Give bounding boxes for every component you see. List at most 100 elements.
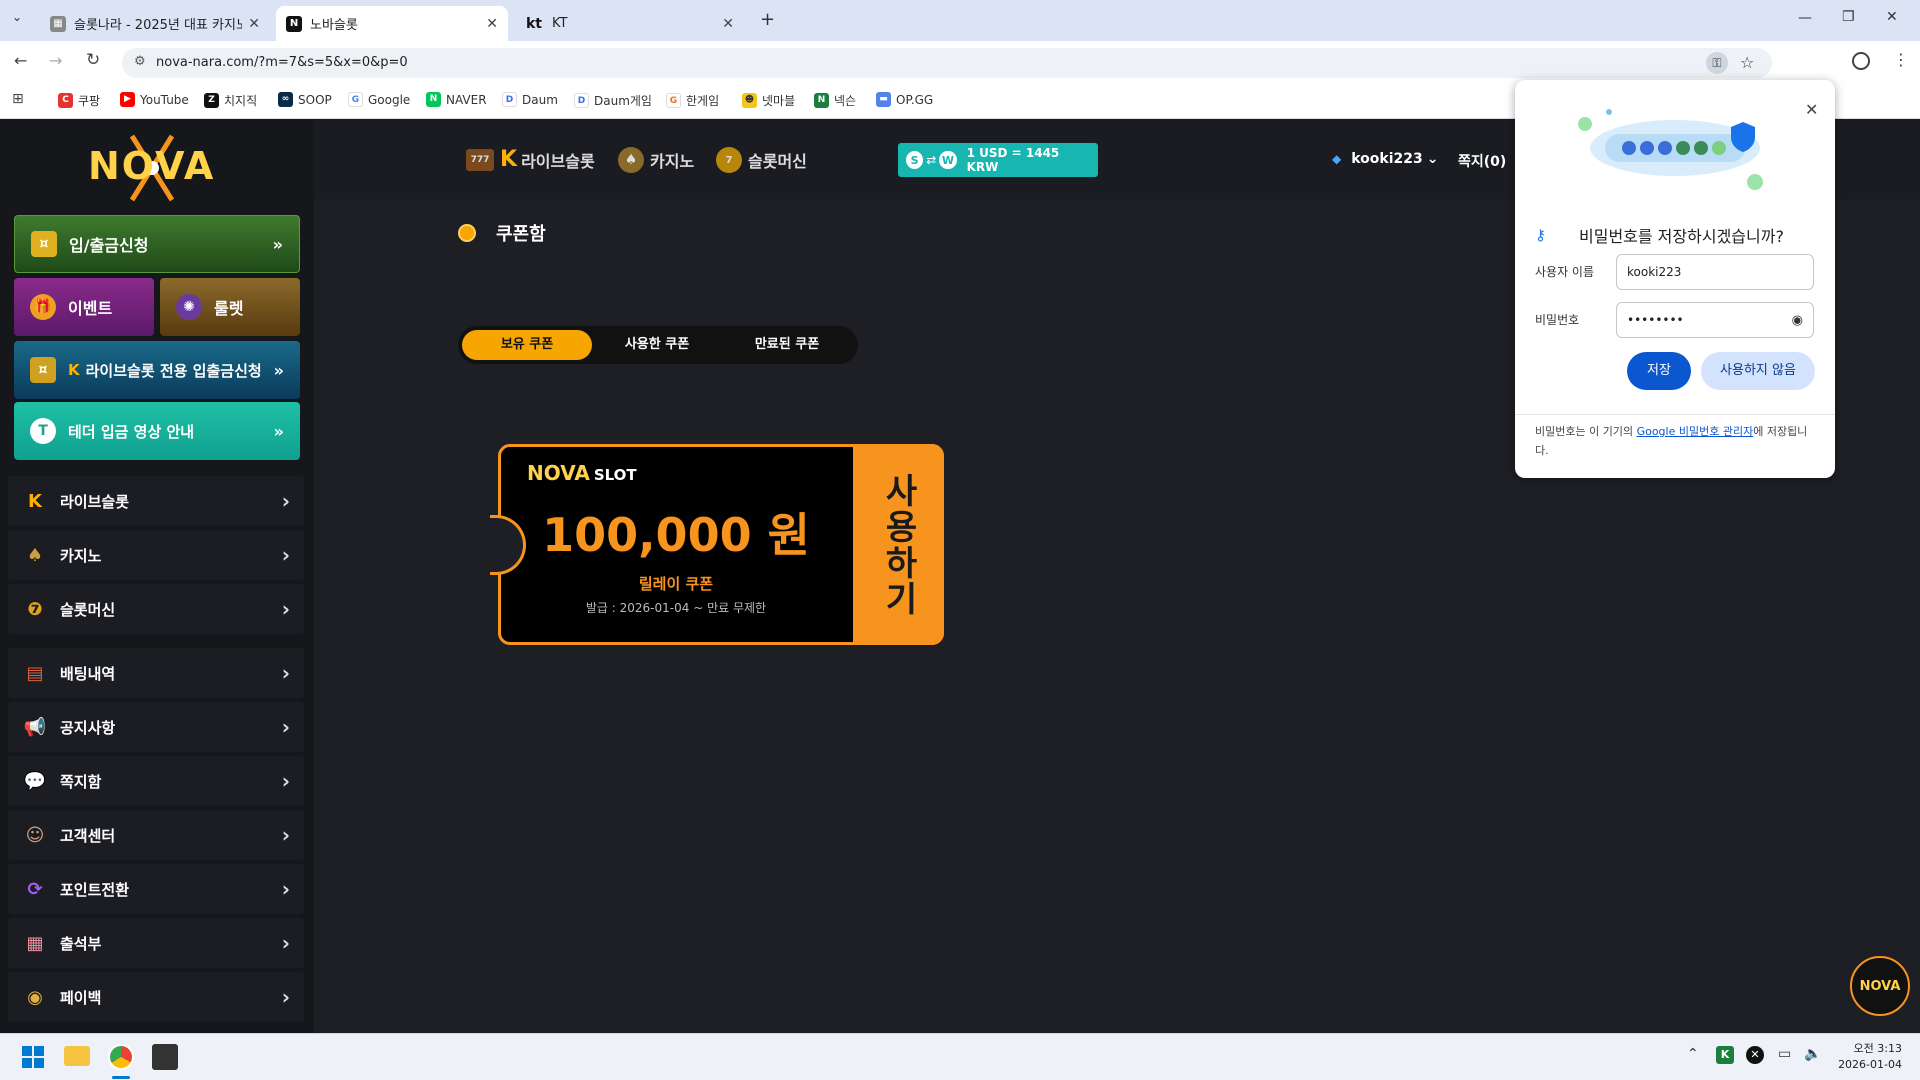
file-explorer-icon[interactable] bbox=[64, 1046, 90, 1066]
bookmark-soop[interactable]: ∞ SOOP bbox=[278, 92, 332, 107]
sidebar-item-betting[interactable]: ▤ 배팅내역 › bbox=[8, 648, 304, 698]
save-button[interactable]: 저장 bbox=[1627, 352, 1691, 390]
tray-k-icon[interactable]: K bbox=[1716, 1046, 1734, 1064]
calendar-icon: ▦ bbox=[26, 932, 44, 954]
dialog-footer: 비밀번호는 이 기기의 Google 비밀번호 관리자에 저장됩니다. bbox=[1535, 425, 1808, 457]
bookmark-coupang[interactable]: C 쿠팡 bbox=[58, 92, 100, 109]
close-icon[interactable]: ✕ bbox=[248, 16, 260, 32]
restore-icon[interactable]: ❐ bbox=[1842, 9, 1855, 25]
url-bar[interactable]: ⚙ nova-nara.com/?m=7&s=5&x=0&p=0 ⚿ ☆ bbox=[122, 48, 1772, 78]
window-close-icon[interactable]: ✕ bbox=[1886, 9, 1898, 25]
bookmark-opgg[interactable]: ▬ OP.GG bbox=[876, 92, 933, 107]
volume-icon[interactable]: 🔈 bbox=[1804, 1046, 1821, 1062]
coins-icon: ¤ bbox=[31, 231, 57, 257]
apps-icon[interactable]: ⊞ bbox=[12, 91, 24, 107]
username-field[interactable]: kooki223 bbox=[1616, 254, 1814, 290]
nav-slot-machine[interactable]: 7 슬롯머신 bbox=[716, 147, 807, 173]
coupon-brand: NOVA SLOT bbox=[527, 461, 637, 485]
casino-icon: ♠ bbox=[618, 147, 644, 173]
chevron-right-icon: › bbox=[281, 769, 290, 793]
bookmark-hangame[interactable]: G 한게임 bbox=[666, 92, 719, 109]
tab-novaslot[interactable]: N 노바슬롯 ✕ bbox=[276, 6, 508, 41]
sidebar-item-point-exchange[interactable]: ⟳ 포인트전환 › bbox=[8, 864, 304, 914]
nav-live-slot[interactable]: 777 K 라이브슬롯 bbox=[466, 147, 595, 172]
tab-slotnara[interactable]: ▦ 슬롯나라 - 2025년 대표 카지노사 ✕ bbox=[40, 6, 270, 41]
bookmark-chzzk[interactable]: Z 치지직 bbox=[204, 92, 257, 109]
tab-expired-coupons[interactable]: 만료된 쿠폰 bbox=[722, 330, 852, 360]
bookmark-nexon[interactable]: N 넥슨 bbox=[814, 92, 856, 109]
key-icon[interactable]: ⚿ bbox=[1706, 52, 1728, 74]
bookmark-naver[interactable]: N NAVER bbox=[426, 92, 487, 107]
menu-icon[interactable]: ⋮ bbox=[1893, 50, 1909, 69]
exchange-icon: ⟳ bbox=[27, 878, 43, 900]
floating-nova-button[interactable]: NOVA bbox=[1850, 956, 1910, 1016]
password-manager-link[interactable]: Google 비밀번호 관리자 bbox=[1637, 425, 1754, 438]
sidebar-item-support[interactable]: ☺ 고객센터 › bbox=[8, 810, 304, 860]
password-field[interactable]: •••••••• ◉ bbox=[1616, 302, 1814, 338]
never-button[interactable]: 사용하지 않음 bbox=[1701, 352, 1815, 390]
tab-owned-coupons[interactable]: 보유 쿠폰 bbox=[462, 330, 592, 360]
bookmark-google[interactable]: G Google bbox=[348, 92, 410, 107]
messages-link[interactable]: 쪽지(0) bbox=[1458, 151, 1506, 171]
naver-icon: N bbox=[426, 92, 441, 107]
nav-casino[interactable]: ♠ 카지노 bbox=[618, 147, 694, 173]
title-bullet-icon bbox=[458, 224, 476, 242]
deposit-withdraw-button[interactable]: ¤ 입/출금신청 » bbox=[14, 215, 300, 273]
sidebar-item-live-slot[interactable]: K 라이브슬롯 › bbox=[8, 476, 304, 526]
double-chevron-icon: » bbox=[272, 234, 283, 254]
tab-used-coupons[interactable]: 사용한 쿠폰 bbox=[592, 330, 722, 360]
minimize-icon[interactable]: — bbox=[1798, 10, 1812, 26]
username-label: 사용자 이름 bbox=[1535, 265, 1595, 279]
tab-kt[interactable]: kt KT ✕ bbox=[514, 6, 744, 41]
exchange-rate-badge: S ⇄ W 1 USD = 1445 KRW bbox=[898, 143, 1098, 177]
clock-time[interactable]: 오전 3:13 bbox=[1830, 1040, 1902, 1056]
coupang-icon: C bbox=[58, 93, 73, 108]
sidebar-item-attendance[interactable]: ▦ 출석부 › bbox=[8, 918, 304, 968]
sidebar-item-notice[interactable]: 📢 공지사항 › bbox=[8, 702, 304, 752]
coin-icon: ◉ bbox=[27, 986, 43, 1008]
forward-icon[interactable]: → bbox=[49, 51, 62, 70]
coupon-issued-date: 발급 : 2026-01-04 ~ 만료 무제한 bbox=[585, 601, 767, 615]
live-slot-deposit-button[interactable]: ¤ K 라이브슬롯 전용 입출금신청 » bbox=[14, 341, 300, 399]
new-tab-icon[interactable]: + bbox=[760, 9, 775, 30]
chrome-icon[interactable] bbox=[108, 1044, 134, 1070]
network-icon[interactable]: ▭ bbox=[1778, 1046, 1791, 1062]
app-icon[interactable] bbox=[152, 1044, 178, 1070]
user-menu[interactable]: ◆ kooki223 ⌄ bbox=[1332, 151, 1438, 167]
bookmark-netmarble[interactable]: ☻ 넷마블 bbox=[742, 92, 795, 109]
sidebar-item-slot-machine[interactable]: ❼ 슬롯머신 › bbox=[8, 584, 304, 634]
swap-icon: ⇄ bbox=[926, 153, 937, 167]
event-button[interactable]: 🎁 이벤트 bbox=[14, 278, 154, 336]
bookmark-daum[interactable]: D Daum bbox=[502, 92, 558, 107]
coupon-name: 릴레이 쿠폰 bbox=[638, 575, 714, 593]
tray-chevron-up-icon[interactable]: ⌃ bbox=[1687, 1046, 1699, 1062]
use-coupon-button[interactable]: 사용하기 bbox=[853, 444, 944, 645]
site-logo[interactable]: NOVA bbox=[60, 128, 244, 208]
star-icon[interactable]: ☆ bbox=[1740, 53, 1754, 72]
bookmark-youtube[interactable]: ▶ YouTube bbox=[120, 92, 189, 107]
tray-x-icon[interactable]: ✕ bbox=[1746, 1046, 1764, 1064]
back-icon[interactable]: ← bbox=[14, 51, 27, 70]
chevron-right-icon: › bbox=[281, 489, 290, 513]
eye-icon[interactable]: ◉ bbox=[1792, 313, 1803, 328]
dialog-close-icon[interactable]: ✕ bbox=[1805, 100, 1818, 119]
site-info-icon[interactable]: ⚙ bbox=[134, 54, 146, 69]
reload-icon[interactable]: ↻ bbox=[86, 50, 100, 70]
windows-start-icon[interactable] bbox=[22, 1046, 44, 1068]
tab-search-icon[interactable]: ⌄ bbox=[12, 10, 22, 24]
sidebar-item-payback[interactable]: ◉ 페이백 › bbox=[8, 972, 304, 1022]
roulette-icon: ✺ bbox=[176, 294, 202, 320]
tether-guide-button[interactable]: T 테더 입금 영상 안내 » bbox=[14, 402, 300, 460]
sidebar-item-casino[interactable]: ♠ 카지노 › bbox=[8, 530, 304, 580]
bookmark-daumgame[interactable]: D Daum게임 bbox=[574, 92, 652, 109]
close-icon[interactable]: ✕ bbox=[486, 16, 498, 32]
profile-icon[interactable] bbox=[1852, 52, 1870, 70]
roulette-button[interactable]: ✺ 룰렛 bbox=[160, 278, 300, 336]
coupon-amount: 100,000 원 bbox=[542, 508, 810, 562]
sidebar-item-messages[interactable]: 💬 쪽지함 › bbox=[8, 756, 304, 806]
clock-date[interactable]: 2026-01-04 bbox=[1830, 1058, 1902, 1071]
message-icon: 💬 bbox=[23, 770, 47, 792]
close-icon[interactable]: ✕ bbox=[722, 16, 734, 32]
support-icon: ☺ bbox=[25, 824, 45, 846]
chevron-right-icon: › bbox=[281, 597, 290, 621]
